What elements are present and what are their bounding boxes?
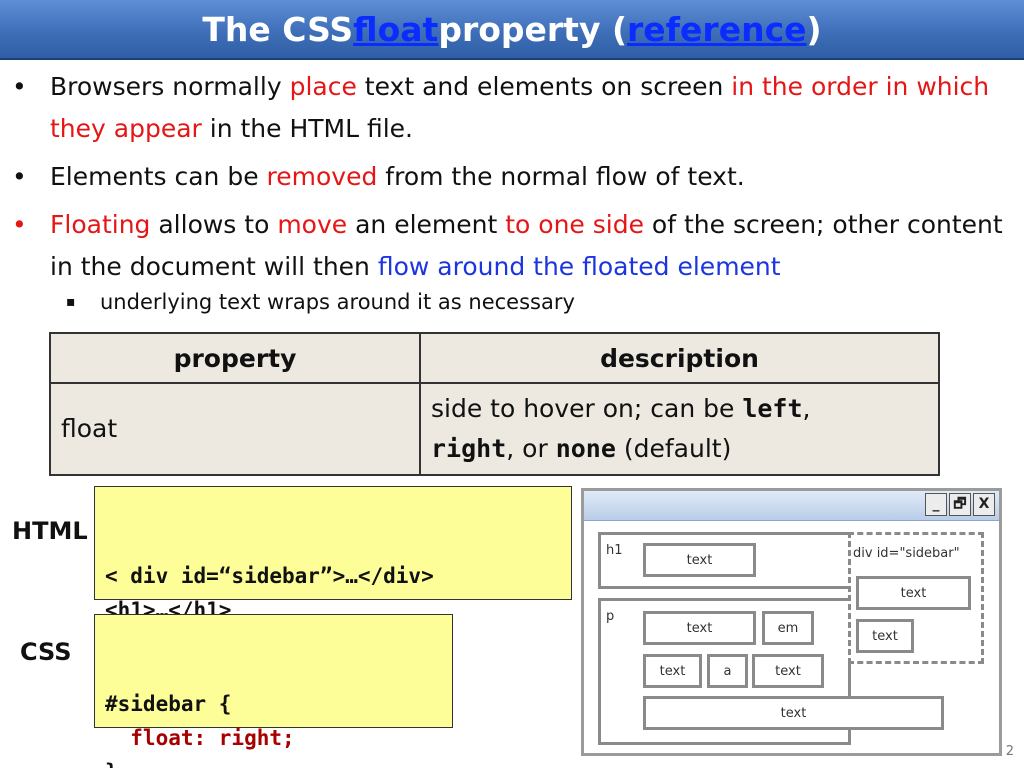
desc-code: left [742,394,803,423]
slide-title: The CSS float property (reference) [0,0,1024,60]
code-line: < div id=“sidebar”>…</div> [105,564,434,588]
code-line: } [105,755,442,768]
restore-icon[interactable]: 🗗 [949,493,971,516]
bullet-item: • Floating allows to move an element to … [12,204,1012,288]
h1-text-box: text [643,543,756,577]
bullet-text-highlight: Floating [50,210,151,239]
title-text-post: ) [806,9,822,49]
bullet-marker: • [12,72,27,101]
desc-text: side to hover on; can be [431,394,743,423]
html-code-block: < div id=“sidebar”>…</div><h1>…</h1><p>…… [94,486,572,656]
desc-text: , or [506,434,556,463]
p-em-box: em [762,611,814,645]
p-text-box: text [643,654,702,688]
code-line: float: right; [105,726,295,750]
bullet-text: text and elements on screen [356,72,732,101]
sub-bullet-item: ▪ underlying text wraps around it as nec… [12,288,1012,316]
p-text-box: text [752,654,824,688]
cell-description: side to hover on; can be left, right, or … [419,382,940,476]
bullet-marker: • [12,210,27,239]
sidebar-label: div id="sidebar" [853,546,960,561]
page-number: 2 [1005,744,1014,759]
window-titlebar: _ 🗗 X [584,491,999,521]
bullet-text: in the HTML file. [201,114,414,143]
column-header-property: property [49,332,421,384]
p-text-box: text [643,611,756,645]
title-text-mid: property ( [438,9,628,49]
sidebar-text-box: text [856,619,914,653]
cell-property: float [49,382,421,476]
bullet-text: from the normal flow of text. [377,162,745,191]
bullet-text-highlight: place [289,72,357,101]
bullet-text: an element [347,210,506,239]
browser-window-diagram: _ 🗗 X h1 text p text em text a text text… [581,488,1002,756]
reference-link[interactable]: reference [627,10,807,49]
bullet-item: • Elements can be removed from the norma… [12,156,1012,198]
float-reference-link[interactable]: float [353,10,438,49]
bullet-text-highlight: removed [266,162,378,191]
desc-text: , [802,394,811,423]
p-label: p [606,609,615,624]
sidebar-text-box: text [856,576,971,610]
table-header-row: property description [49,332,940,384]
html-label: HTML [12,517,88,545]
bullet-text-highlight: move [277,210,348,239]
bullet-text: allows to [150,210,278,239]
desc-code: none [555,434,616,463]
title-text-pre: The CSS [202,9,354,49]
p-a-box: a [707,654,748,688]
bullet-text: Elements can be [50,162,267,191]
column-header-description: description [419,332,940,384]
desc-code: right [431,434,507,463]
bullet-marker: • [12,162,27,191]
desc-text: (default) [615,434,732,463]
bullet-list: • Browsers normally place text and eleme… [12,66,1012,316]
property-table: property description float side to hover… [49,332,940,476]
h1-label: h1 [606,543,623,558]
css-code-block: #sidebar { float: right;} [94,614,453,768]
sub-bullet-marker: ▪ [66,294,76,310]
window-controls: _ 🗗 X [925,493,995,516]
close-icon[interactable]: X [973,493,995,516]
p-text-box-wide: text [643,696,944,730]
table-row: float side to hover on; can be left, righ… [49,382,940,476]
bullet-text-highlight: to one side [505,210,644,239]
minimize-icon[interactable]: _ [925,493,947,516]
sub-bullet-text: underlying text wraps around it as neces… [100,290,575,314]
bullet-text: Browsers normally [50,72,290,101]
bullet-item: • Browsers normally place text and eleme… [12,66,1012,150]
bullet-text-emphasis: flow around the floated element [377,252,781,281]
code-line: #sidebar { [105,692,232,716]
css-label: CSS [20,638,72,666]
